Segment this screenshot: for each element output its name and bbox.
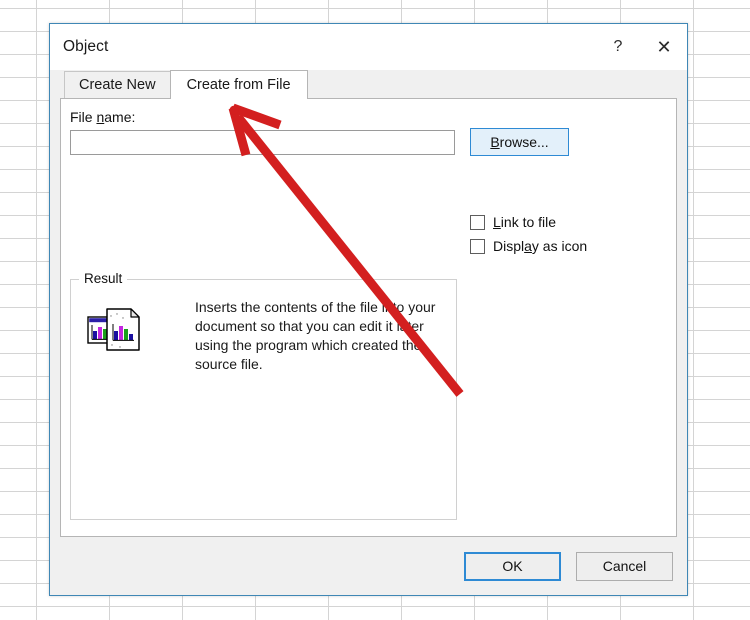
result-description: Inserts the contents of the file into yo… bbox=[195, 299, 436, 372]
browse-button-label: rowse... bbox=[499, 134, 549, 150]
browse-button[interactable]: Browse... bbox=[470, 128, 569, 156]
checkbox-display-as-icon[interactable]: Display as icon bbox=[470, 238, 587, 254]
ok-button[interactable]: OK bbox=[464, 551, 561, 581]
tab-create-new[interactable]: Create New bbox=[64, 71, 171, 98]
checkbox-link-accel: L bbox=[493, 214, 501, 230]
filename-label-part1: File bbox=[70, 109, 97, 125]
filename-label: File name: bbox=[70, 109, 135, 125]
checkbox-link-to-file-label: Link to file bbox=[493, 214, 556, 230]
checkbox-link-to-file[interactable]: Link to file bbox=[470, 214, 587, 230]
result-group-box: Result Inserts the contents of the file … bbox=[70, 271, 457, 520]
help-icon[interactable]: ? bbox=[595, 25, 641, 69]
browse-button-accel: B bbox=[490, 134, 500, 150]
tab-panel-create-from-file: File name: Browse... Link to file Displa… bbox=[60, 98, 677, 537]
checkbox-display-as-icon-box[interactable] bbox=[470, 238, 485, 254]
checkbox-display-text2: y as icon bbox=[531, 238, 588, 254]
cancel-button[interactable]: Cancel bbox=[576, 551, 673, 581]
dialog-title: Object bbox=[63, 38, 109, 55]
filename-input[interactable] bbox=[70, 130, 455, 155]
dialog-body: Create New Create from File File name: B… bbox=[50, 70, 687, 595]
checkbox-link-to-file-box[interactable] bbox=[470, 214, 485, 230]
checkbox-display-text1: Displ bbox=[493, 238, 525, 254]
checkbox-group: Link to file Display as icon bbox=[470, 214, 587, 262]
dialog-title-bar: Object ? ✕ bbox=[50, 24, 687, 70]
checkbox-display-accel: a bbox=[524, 238, 532, 254]
filename-label-part2: ame: bbox=[104, 109, 136, 125]
checkbox-display-as-icon-label: Display as icon bbox=[493, 238, 587, 254]
dialog-footer: OK Cancel bbox=[50, 537, 687, 595]
tab-create-from-file[interactable]: Create from File bbox=[169, 70, 308, 99]
checkbox-link-text: ink to file bbox=[500, 214, 557, 230]
result-group-legend: Result bbox=[79, 271, 128, 286]
tab-strip: Create New Create from File bbox=[50, 70, 687, 99]
object-dialog: Object ? ✕ Create New Create from File F… bbox=[49, 23, 688, 596]
document-chart-pair-icon bbox=[87, 308, 140, 351]
close-icon[interactable]: ✕ bbox=[641, 25, 687, 69]
